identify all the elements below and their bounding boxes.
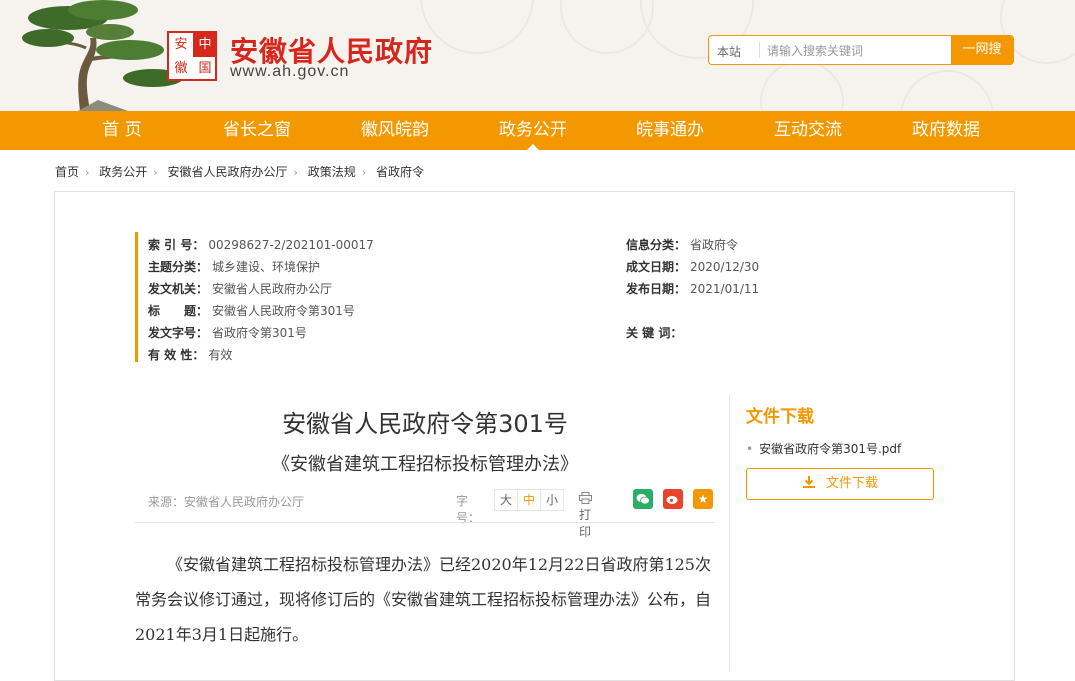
font-size-small-button[interactable]: 小 bbox=[540, 489, 564, 511]
chevron-right-icon: › bbox=[293, 166, 298, 179]
chevron-right-icon: › bbox=[85, 166, 90, 179]
nav-item-gov-affairs[interactable]: 政务公开 bbox=[473, 111, 593, 150]
nav-item-governor[interactable]: 省长之窗 bbox=[197, 111, 317, 150]
search-button[interactable]: 一网搜 bbox=[951, 36, 1013, 64]
meta-value: 城乡建设、环境保护 bbox=[212, 260, 321, 274]
search-divider bbox=[749, 42, 760, 58]
meta-value: 安徽省人民政府令第301号 bbox=[212, 304, 355, 318]
meta-key: 成文日期： bbox=[626, 260, 687, 274]
printer-icon bbox=[579, 492, 592, 504]
download-file-name: 安徽省政府令第301号.pdf bbox=[759, 442, 902, 456]
seal-char: 安 bbox=[174, 37, 188, 52]
article-body: 《安徽省建筑工程招标投标管理办法》已经2020年12月22日省政府第125次常务… bbox=[135, 555, 712, 644]
nav-item-services[interactable]: 皖事通办 bbox=[610, 111, 730, 150]
breadcrumb-link[interactable]: 政务公开 bbox=[99, 165, 147, 179]
nav-item-home[interactable]: 首 页 bbox=[62, 111, 182, 150]
meta-value: 2021/01/11 bbox=[690, 282, 760, 296]
seal-char: 国 bbox=[198, 61, 212, 76]
font-size-medium-button[interactable]: 中 bbox=[517, 489, 541, 511]
meta-row-topic: 主题分类： 城乡建设、环境保护 bbox=[148, 258, 320, 275]
pine-tree-logo-image bbox=[22, 0, 183, 111]
article-divider bbox=[135, 522, 715, 523]
search-box: 本站 一网搜 bbox=[708, 35, 1014, 65]
meta-key: 索 引 号： bbox=[148, 238, 205, 252]
download-button-label: 文件下载 bbox=[825, 476, 878, 491]
breadcrumb-link[interactable]: 省政府令 bbox=[376, 165, 424, 179]
search-scope-select[interactable]: 本站 bbox=[717, 43, 741, 60]
meta-key: 发文字号： bbox=[148, 326, 209, 340]
seal-char: 中 bbox=[193, 33, 217, 57]
weibo-share-icon[interactable] bbox=[663, 489, 683, 509]
meta-key: 主题分类： bbox=[148, 260, 209, 274]
meta-key: 信息分类： bbox=[626, 238, 687, 252]
meta-value: 省政府令第301号 bbox=[212, 326, 307, 340]
meta-row-issuer: 发文机关： 安徽省人民政府办公厅 bbox=[148, 280, 332, 297]
favorite-star-icon[interactable]: ★ bbox=[693, 489, 713, 509]
download-button[interactable]: 文件下载 bbox=[746, 468, 934, 500]
breadcrumb: 首页 › 政务公开 › 安徽省人民政府办公厅 › 政策法规 › 省政府令 bbox=[55, 163, 424, 180]
meta-row-doc-number: 发文字号： 省政府令第301号 bbox=[148, 324, 307, 341]
article-source: 来源：安徽省人民政府办公厅 bbox=[148, 495, 305, 509]
chevron-right-icon: › bbox=[361, 166, 367, 179]
meta-value: 00298627-2/202101-00017 bbox=[208, 238, 374, 252]
site-header: 安 中 徽 国 安徽省人民政府 www.ah.gov.cn 本站 一网搜 bbox=[0, 0, 1075, 111]
font-size-label: 字号： bbox=[456, 494, 481, 525]
download-section-title: 文件下载 bbox=[746, 407, 814, 427]
bullet-icon: • bbox=[746, 442, 754, 456]
font-size-large-button[interactable]: 大 bbox=[494, 489, 518, 511]
meta-value: 安徽省人民政府办公厅 bbox=[212, 282, 333, 296]
meta-row-title: 标 题： 安徽省人民政府令第301号 bbox=[148, 302, 355, 319]
search-input[interactable] bbox=[765, 40, 949, 62]
meta-row-index: 索 引 号： 00298627-2/202101-00017 bbox=[148, 236, 374, 253]
seal-char: 徽 bbox=[174, 61, 188, 76]
main-nav: 首 页 省长之窗 徽风皖韵 政务公开 皖事通办 互动交流 政府数据 bbox=[0, 111, 1075, 150]
meta-key: 关 键 词： bbox=[626, 326, 683, 340]
site-seal-logo: 安 中 徽 国 bbox=[167, 31, 217, 81]
print-button[interactable]: 打印 bbox=[579, 492, 595, 540]
meta-key: 标 题： bbox=[148, 304, 209, 318]
meta-row-keywords: 关 键 词： bbox=[626, 324, 686, 341]
meta-accent-bar bbox=[135, 232, 138, 362]
article-subtitle: 《安徽省建筑工程招标投标管理办法》 bbox=[272, 454, 578, 475]
nav-item-culture[interactable]: 徽风皖韵 bbox=[335, 111, 455, 150]
meta-key: 发布日期： bbox=[626, 282, 687, 296]
print-label: 打印 bbox=[579, 508, 592, 539]
meta-value: 省政府令 bbox=[690, 238, 739, 252]
meta-row-publish-date: 发布日期： 2021/01/11 bbox=[626, 280, 759, 297]
chevron-right-icon: › bbox=[153, 166, 158, 179]
wechat-share-icon[interactable] bbox=[633, 489, 653, 509]
nav-item-interaction[interactable]: 互动交流 bbox=[748, 111, 868, 150]
article-title: 安徽省人民政府令第301号 bbox=[282, 410, 568, 438]
breadcrumb-link[interactable]: 政策法规 bbox=[308, 165, 356, 179]
breadcrumb-link[interactable]: 安徽省人民政府办公厅 bbox=[168, 165, 288, 179]
meta-value: 有效 bbox=[208, 348, 233, 362]
meta-key: 有 效 性： bbox=[148, 348, 205, 362]
meta-value: 2020/12/30 bbox=[690, 260, 760, 274]
meta-key: 发文机关： bbox=[148, 282, 209, 296]
meta-row-written-date: 成文日期： 2020/12/30 bbox=[626, 258, 759, 275]
breadcrumb-link[interactable]: 首页 bbox=[55, 165, 79, 179]
meta-row-validity: 有 效 性： 有效 bbox=[148, 346, 232, 363]
site-url: www.ah.gov.cn bbox=[230, 63, 350, 80]
nav-item-gov-data[interactable]: 政府数据 bbox=[886, 111, 1006, 150]
meta-row-category: 信息分类： 省政府令 bbox=[626, 236, 738, 253]
download-file-link[interactable]: • 安徽省政府令第301号.pdf bbox=[746, 440, 901, 457]
download-icon bbox=[802, 476, 815, 488]
sidebar-divider bbox=[729, 395, 730, 671]
